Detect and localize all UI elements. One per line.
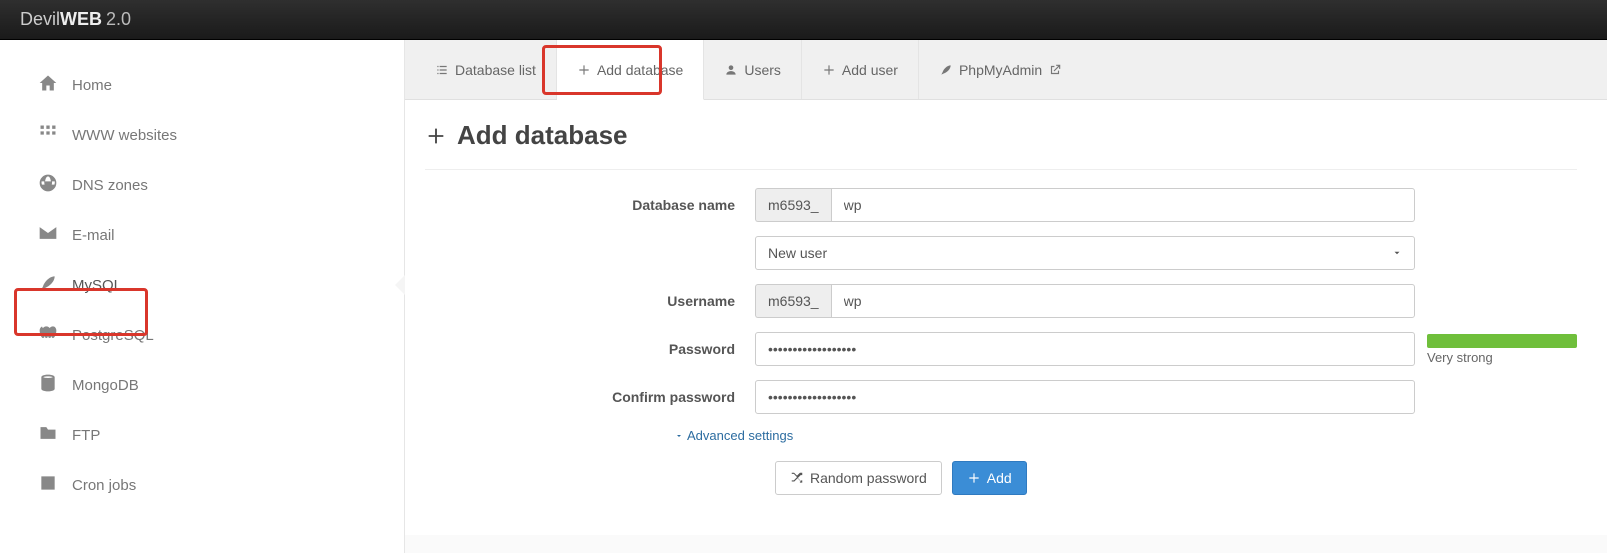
confirm-password-input[interactable] (755, 380, 1415, 414)
sidebar-item-email[interactable]: E-mail (0, 210, 404, 260)
home-icon (34, 73, 62, 97)
database-name-input[interactable] (831, 188, 1415, 222)
shuffle-icon (790, 471, 804, 485)
external-link-icon (1048, 63, 1062, 77)
brand-bold: WEB (60, 9, 102, 30)
add-button-label: Add (987, 470, 1012, 486)
sidebar-item-label: PostgreSQL (72, 327, 154, 344)
tab-label: Users (744, 62, 781, 78)
sidebar-item-label: Cron jobs (72, 477, 136, 494)
caret-down-icon (675, 432, 683, 440)
page-title: Add database (425, 120, 1577, 170)
sidebar-item-label: MySQL (72, 277, 122, 294)
tab-label: PhpMyAdmin (959, 62, 1042, 78)
page-body: Add database Database name m6593_ New us… (405, 100, 1607, 535)
strength-bar (1427, 334, 1577, 348)
user-select[interactable]: New user (755, 236, 1415, 270)
caret-down-icon (1392, 248, 1402, 258)
database-icon (34, 373, 62, 397)
elephant-icon (34, 323, 62, 347)
envelope-icon (34, 223, 62, 247)
plus-icon (425, 125, 447, 147)
sidebar-item-mysql[interactable]: MySQL (0, 260, 404, 310)
random-password-button[interactable]: Random password (775, 461, 942, 495)
list-icon (435, 63, 449, 77)
tab-add-database[interactable]: Add database (557, 40, 704, 100)
sidebar: Home WWW websites DNS zones E-mail MySQL… (0, 40, 405, 553)
sidebar-item-www[interactable]: WWW websites (0, 110, 404, 160)
tab-add-user[interactable]: Add user (802, 40, 919, 99)
tab-label: Add database (597, 62, 683, 78)
sidebar-item-label: E-mail (72, 227, 115, 244)
label-password: Password (425, 341, 755, 357)
sidebar-item-cron[interactable]: Cron jobs (0, 460, 404, 510)
page-title-text: Add database (457, 120, 628, 151)
tab-label: Database list (455, 62, 536, 78)
username-input[interactable] (831, 284, 1415, 318)
sidebar-item-dns[interactable]: DNS zones (0, 160, 404, 210)
tab-database-list[interactable]: Database list (415, 40, 557, 99)
sidebar-item-label: FTP (72, 427, 100, 444)
tab-label: Add user (842, 62, 898, 78)
tab-bar: Database list Add database Users Add use… (405, 40, 1607, 100)
prefix-db: m6593_ (755, 188, 831, 222)
sidebar-item-label: MongoDB (72, 377, 139, 394)
label-username: Username (425, 293, 755, 309)
sidebar-item-label: DNS zones (72, 177, 148, 194)
grid-icon (34, 123, 62, 147)
active-indicator (395, 275, 405, 295)
advanced-settings-text: Advanced settings (687, 428, 793, 443)
sidebar-item-label: WWW websites (72, 127, 177, 144)
tab-phpmyadmin[interactable]: PhpMyAdmin (919, 40, 1082, 99)
strength-text: Very strong (1427, 350, 1577, 365)
feather-icon (939, 63, 953, 77)
calendar-icon (34, 473, 62, 497)
random-password-label: Random password (810, 470, 927, 486)
sidebar-item-ftp[interactable]: FTP (0, 410, 404, 460)
sidebar-item-postgresql[interactable]: PostgreSQL (0, 310, 404, 360)
main-content: Database list Add database Users Add use… (405, 40, 1607, 553)
plus-icon (577, 63, 591, 77)
sidebar-item-mongodb[interactable]: MongoDB (0, 360, 404, 410)
user-select-value: New user (768, 245, 827, 261)
brand-version: 2.0 (106, 9, 131, 30)
plus-icon (967, 471, 981, 485)
tab-users[interactable]: Users (704, 40, 802, 99)
password-input[interactable] (755, 332, 1415, 366)
feather-icon (34, 273, 62, 297)
user-icon (724, 63, 738, 77)
sidebar-item-label: Home (72, 77, 112, 94)
label-database-name: Database name (425, 197, 755, 213)
brand-light: Devil (20, 9, 60, 30)
plus-icon (822, 63, 836, 77)
prefix-user: m6593_ (755, 284, 831, 318)
label-confirm-password: Confirm password (425, 389, 755, 405)
add-button[interactable]: Add (952, 461, 1027, 495)
sidebar-item-home[interactable]: Home (0, 60, 404, 110)
top-bar: DevilWEB2.0 (0, 0, 1607, 40)
folder-icon (34, 423, 62, 447)
globe-icon (34, 173, 62, 197)
advanced-settings-toggle[interactable]: Advanced settings (675, 428, 1577, 443)
